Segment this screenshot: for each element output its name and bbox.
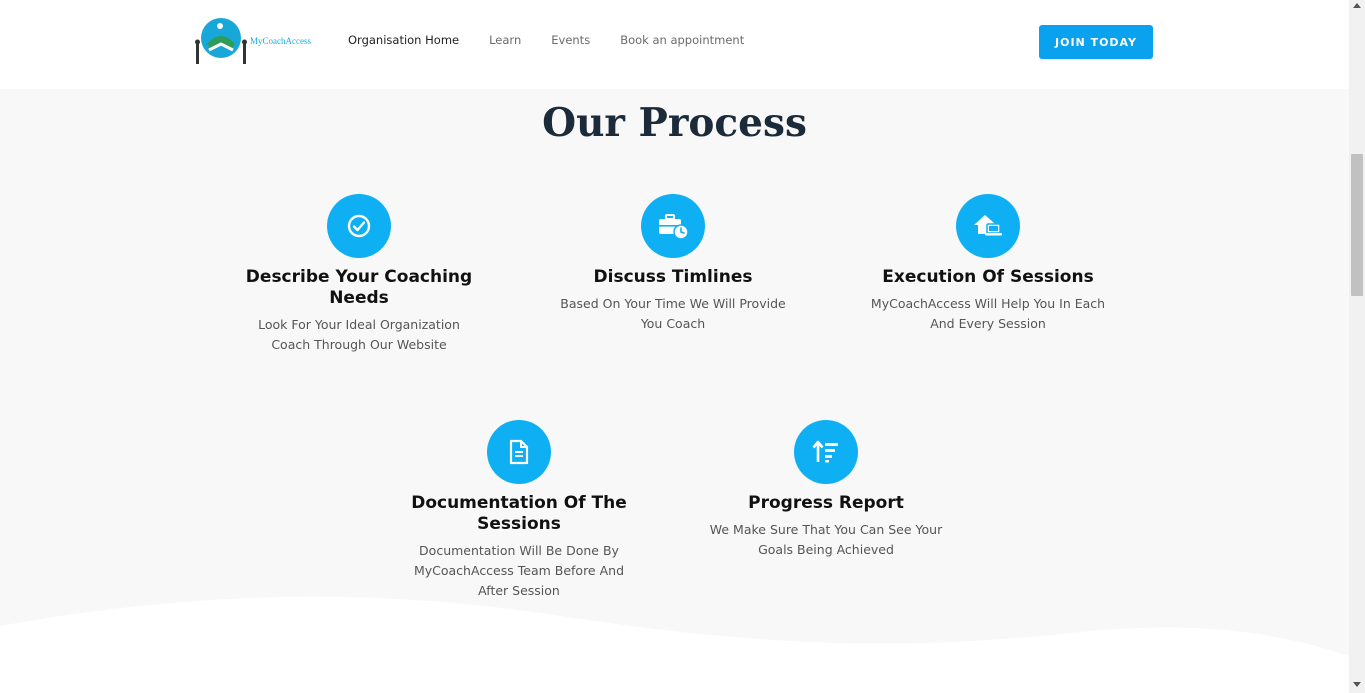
step-description: MyCoachAccess Will Help You In Each And … — [870, 296, 1106, 331]
nav-book-appointment[interactable]: Book an appointment — [620, 33, 744, 47]
home-laptop-icon — [974, 215, 1002, 236]
logo-icon — [195, 18, 247, 64]
step-description: Based On Your Time We Will Provide You C… — [560, 296, 786, 331]
logo[interactable]: MyCoachAccess — [193, 14, 313, 70]
process-step: Execution Of Sessions MyCoachAccess Will… — [868, 194, 1108, 334]
nav-events[interactable]: Events — [551, 33, 590, 47]
step-icon-circle — [487, 420, 551, 484]
step-title: Documentation Of The Sessions — [411, 493, 627, 534]
scroll-up-icon[interactable] — [1353, 3, 1361, 8]
nav-learn[interactable]: Learn — [489, 33, 521, 47]
step-title: Progress Report — [748, 493, 904, 513]
scroll-down-icon[interactable] — [1353, 682, 1361, 687]
decorative-wave — [0, 596, 1349, 693]
site-header: MyCoachAccess Organisation Home Learn Ev… — [0, 0, 1349, 89]
step-icon-circle — [641, 194, 705, 258]
step-title: Discuss Timlines — [593, 267, 753, 287]
process-step: Documentation Of The Sessions Documentat… — [399, 420, 639, 601]
step-icon-circle — [956, 194, 1020, 258]
process-step: Discuss Timlines Based On Your Time We W… — [553, 194, 793, 334]
step-icon-circle — [794, 420, 858, 484]
process-step: Progress Report We Make Sure That You Ca… — [706, 420, 946, 560]
step-title: Describe Your Coaching Needs — [245, 267, 473, 308]
document-icon — [509, 439, 529, 465]
step-icon-circle — [327, 194, 391, 258]
logo-text: MyCoachAccess — [250, 36, 311, 46]
scroll-thumb[interactable] — [1351, 154, 1363, 296]
check-circle-icon — [347, 214, 371, 238]
process-step: Describe Your Coaching Needs Look For Yo… — [239, 194, 479, 355]
nav-organisation-home[interactable]: Organisation Home — [348, 33, 459, 47]
step-description: We Make Sure That You Can See Your Goals… — [709, 522, 943, 557]
step-title: Execution Of Sessions — [882, 267, 1094, 287]
join-today-button[interactable]: JOIN TODAY — [1039, 25, 1153, 59]
main-nav: Organisation Home Learn Events Book an a… — [348, 33, 774, 47]
section-title: Our Process — [542, 100, 807, 146]
step-description: Look For Your Ideal Organization Coach T… — [258, 317, 460, 352]
page-scrollbar[interactable] — [1349, 0, 1365, 693]
briefcase-clock-icon — [659, 214, 689, 240]
sort-amount-up-icon — [812, 440, 838, 463]
